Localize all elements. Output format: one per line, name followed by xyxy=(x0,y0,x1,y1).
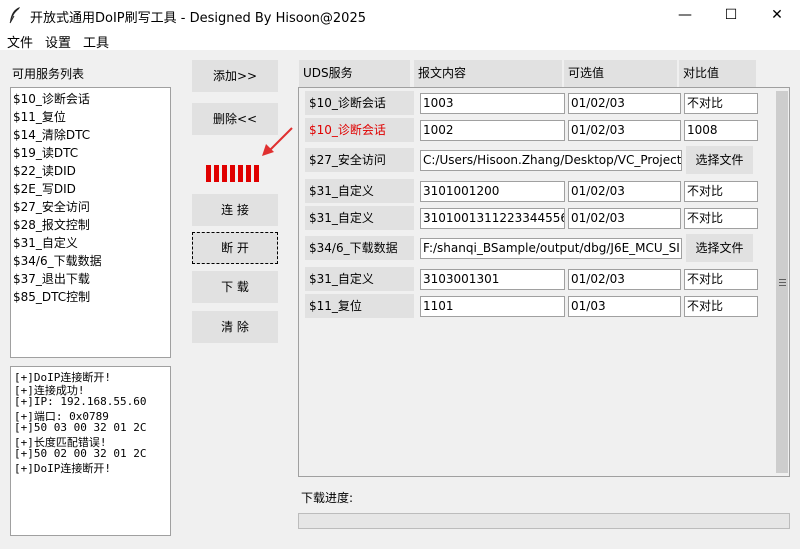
select-file-button[interactable]: 选择文件 xyxy=(686,146,753,174)
compare-field[interactable]: 1008 xyxy=(684,120,758,141)
arrow-icon xyxy=(262,127,293,156)
service-item[interactable]: $28_报文控制 xyxy=(13,216,90,233)
row-service-label: $11_复位 xyxy=(305,294,414,318)
log-line: [+]DoIP连接断开! xyxy=(14,462,111,475)
disconnect-button[interactable]: 断 开 xyxy=(192,232,278,264)
select-file-button[interactable]: 选择文件 xyxy=(686,234,753,262)
row-service-label: $10_诊断会话 xyxy=(305,91,414,115)
service-item[interactable]: $11_复位 xyxy=(13,108,66,125)
menu-settings[interactable]: 设置 xyxy=(45,32,71,51)
optional-field[interactable]: 01/02/03 xyxy=(568,208,681,229)
optional-field[interactable]: 01/02/03 xyxy=(568,120,681,141)
row-service-label: $31_自定义 xyxy=(305,267,414,291)
optional-field[interactable]: 01/03 xyxy=(568,296,681,317)
row-service-label: $34/6_下载数据 xyxy=(305,236,414,260)
file-path-field[interactable]: F:/shanqi_BSample/output/dbg/J6E_MCU_SII xyxy=(420,238,682,259)
optional-field[interactable]: 01/02/03 xyxy=(568,269,681,290)
download-progress-label: 下载进度: xyxy=(301,491,354,505)
log-line: [+]50 02 00 32 01 2C xyxy=(14,447,147,460)
content-field[interactable]: 1101 xyxy=(420,296,565,317)
service-item[interactable]: $10_诊断会话 xyxy=(13,90,90,107)
header-content: 报文内容 xyxy=(414,60,562,87)
header-compare: 对比值 xyxy=(679,60,756,87)
service-item[interactable]: $2E_写DID xyxy=(13,180,76,197)
clear-button[interactable]: 清 除 xyxy=(192,311,278,343)
minimize-button[interactable]: — xyxy=(662,0,708,30)
feather-icon xyxy=(9,7,20,24)
close-button[interactable]: ✕ xyxy=(754,0,800,30)
service-item[interactable]: $34/6_下载数据 xyxy=(13,252,102,269)
connect-button[interactable]: 连 接 xyxy=(192,194,278,226)
title-bar: 开放式通用DoIP刷写工具 - Designed By Hisoon@2025 … xyxy=(0,0,800,30)
download-button[interactable]: 下 载 xyxy=(192,271,278,303)
progress-bars-icon xyxy=(206,165,262,182)
optional-field[interactable]: 01/02/03 xyxy=(568,93,681,114)
maximize-button[interactable]: ☐ xyxy=(708,0,754,30)
service-list[interactable]: $10_诊断会话 $11_复位 $14_清除DTC $19_读DTC $22_读… xyxy=(10,87,171,358)
compare-field[interactable]: 不对比 xyxy=(684,181,758,202)
menu-tools[interactable]: 工具 xyxy=(83,32,109,51)
content-field[interactable]: 1003 xyxy=(420,93,565,114)
compare-field[interactable]: 不对比 xyxy=(684,269,758,290)
optional-field[interactable]: 01/02/03 xyxy=(568,181,681,202)
file-path-field[interactable]: C:/Users/Hisoon.Zhang/Desktop/VC_Project… xyxy=(420,150,682,171)
content-field[interactable]: 3103001301 xyxy=(420,269,565,290)
window-title: 开放式通用DoIP刷写工具 - Designed By Hisoon@2025 xyxy=(30,11,366,26)
menu-bar: 文件 设置 工具 xyxy=(0,30,800,51)
service-item[interactable]: $85_DTC控制 xyxy=(13,288,90,305)
service-item[interactable]: $14_清除DTC xyxy=(13,126,90,143)
service-list-label: 可用服务列表 xyxy=(12,67,85,81)
compare-field[interactable]: 不对比 xyxy=(684,296,758,317)
compare-field[interactable]: 不对比 xyxy=(684,208,758,229)
service-item[interactable]: $31_自定义 xyxy=(13,234,78,251)
service-item[interactable]: $19_读DTC xyxy=(13,144,78,161)
header-uds-service: UDS服务 xyxy=(299,60,410,87)
compare-field[interactable]: 不对比 xyxy=(684,93,758,114)
log-output[interactable]: [+]DoIP连接断开! [+]连接成功! [+]IP: 192.168.55.… xyxy=(10,366,171,536)
service-item[interactable]: $27_安全访问 xyxy=(13,198,90,215)
row-service-label: $31_自定义 xyxy=(305,206,414,230)
row-service-label: $31_自定义 xyxy=(305,179,414,203)
menu-file[interactable]: 文件 xyxy=(7,32,33,51)
service-item[interactable]: $22_读DID xyxy=(13,162,76,179)
log-line: [+]IP: 192.168.55.60 xyxy=(14,395,147,408)
log-line: [+]50 03 00 32 01 2C xyxy=(14,421,147,434)
row-service-label: $10_诊断会话 xyxy=(305,118,414,142)
content-field[interactable]: 3101001200 xyxy=(420,181,565,202)
row-service-label: $27_安全访问 xyxy=(305,148,414,172)
add-button[interactable]: 添加>> xyxy=(192,60,278,92)
download-progress-bar xyxy=(298,513,790,529)
content-field[interactable]: 31010013112233445566 xyxy=(420,208,565,229)
header-optional: 可选值 xyxy=(564,60,677,87)
content-field[interactable]: 1002 xyxy=(420,120,565,141)
service-item[interactable]: $37_退出下载 xyxy=(13,270,90,287)
